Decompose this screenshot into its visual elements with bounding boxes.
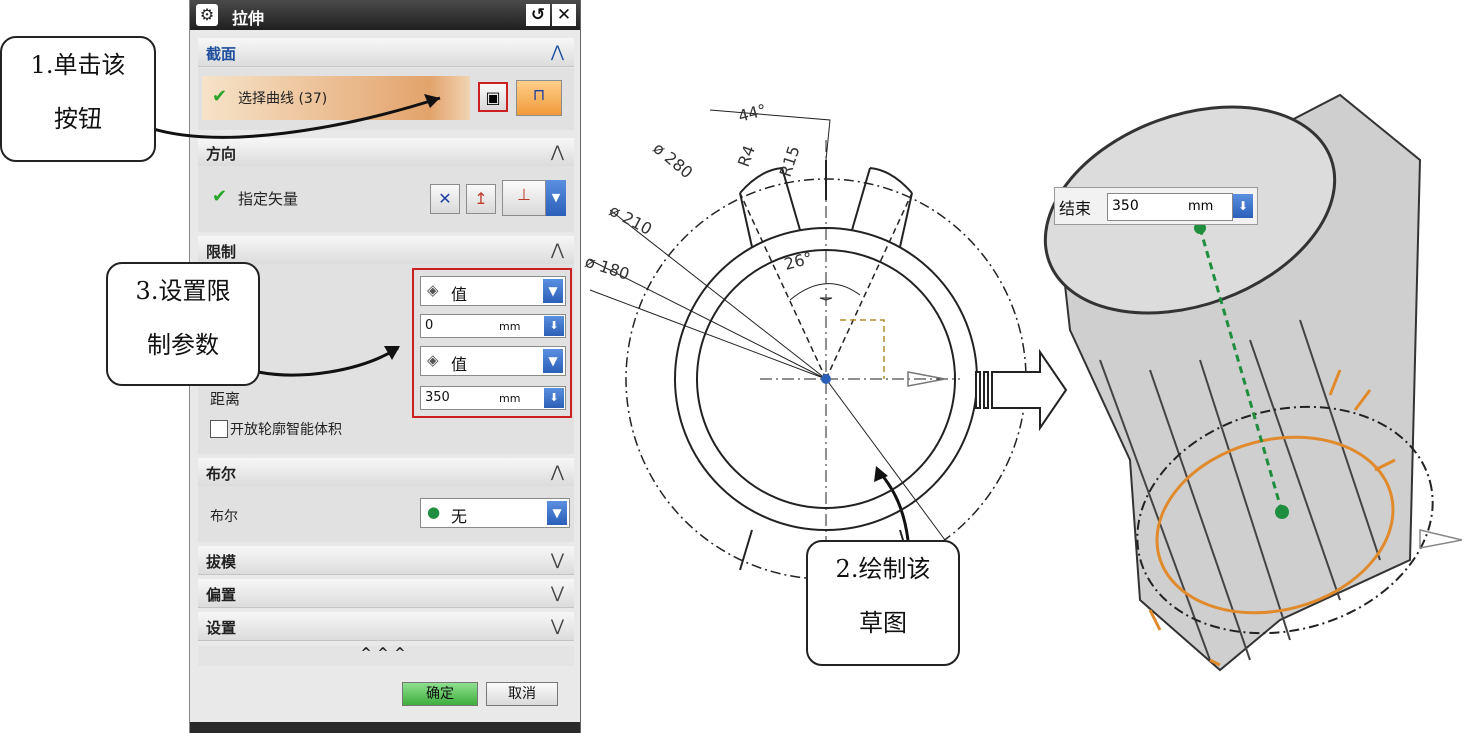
callout-step1-line1: 1.单击该 [30,51,126,79]
arrow-down-icon[interactable]: ⬇ [1233,194,1253,218]
callout-step2-line2: 草图 [859,609,907,637]
callout-step3-line2: 制参数 [147,331,219,359]
dim-angle-26: 26° [782,248,814,274]
transition-arrow [975,348,1068,432]
end-value-input[interactable]: 350 mm [1107,193,1233,221]
callout-step1: 1.单击该 按钮 [0,36,156,162]
callout3-arrow [257,346,399,377]
end-value: 350 [1112,198,1139,214]
dim-angle-44: 44° [736,100,768,126]
dim-d280: ø 280 [649,139,696,183]
dim-d180: ø 180 [583,252,632,284]
dim-d210: ø 210 [606,201,655,239]
callout-step2: 2.绘制该 草图 [806,540,960,666]
end-distance-floating-field[interactable]: 结束 350 mm ⬇ [1054,187,1258,225]
callout-step3: 3.设置限 制参数 [106,262,260,386]
callout-step3-line1: 3.设置限 [135,277,231,305]
extruded-model [1043,93,1463,672]
origin-point [821,374,831,384]
dim-r4: R4 [734,143,759,170]
callout2-arrow [876,469,910,541]
callout1-arrow [149,96,441,139]
end-label: 结束 [1059,199,1092,218]
callout-step2-line1: 2.绘制该 [835,555,931,583]
callout-step1-line2: 按钮 [54,105,102,133]
dim-r15: R15 [776,143,804,179]
end-unit: mm [1188,199,1214,214]
